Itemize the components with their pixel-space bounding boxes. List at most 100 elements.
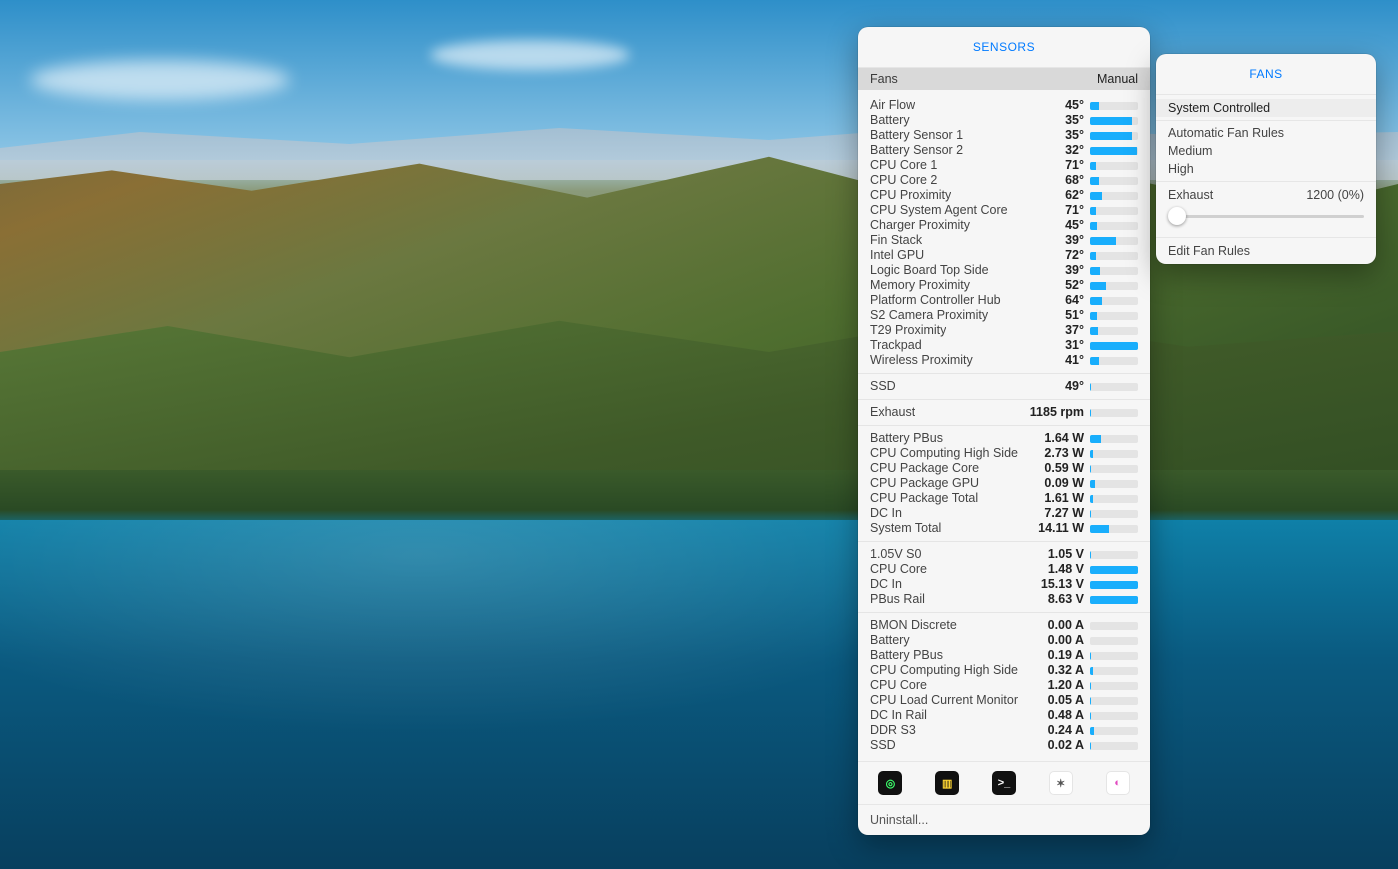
sensor-row[interactable]: CPU Proximity62°	[858, 188, 1150, 203]
sensor-bar	[1090, 177, 1138, 185]
sensor-label: Trackpad	[870, 338, 922, 353]
sensor-label: CPU Load Current Monitor	[870, 693, 1018, 708]
sensor-row[interactable]: CPU Core 171°	[858, 158, 1150, 173]
sensor-row[interactable]: PBus Rail8.63 V	[858, 592, 1150, 607]
terminal-icon[interactable]: >_	[992, 771, 1016, 795]
sensor-row[interactable]: CPU Package Total1.61 W	[858, 491, 1150, 506]
sensor-bar-fill	[1090, 357, 1099, 365]
slider-track	[1168, 215, 1364, 218]
fan-mode-system-label: System Controlled	[1168, 101, 1270, 115]
fan-mode-high[interactable]: High	[1156, 160, 1376, 178]
sensor-row[interactable]: SSD49°	[858, 379, 1150, 394]
slider-thumb[interactable]	[1168, 207, 1186, 225]
sensor-bar-fill	[1090, 742, 1091, 750]
sensor-bar	[1090, 267, 1138, 275]
cleanup-icon[interactable]: ✶	[1049, 771, 1073, 795]
sensor-label: Intel GPU	[870, 248, 924, 263]
sensor-label: Memory Proximity	[870, 278, 970, 293]
sensor-row[interactable]: CPU System Agent Core71°	[858, 203, 1150, 218]
sensor-bar-fill	[1090, 132, 1132, 140]
exhaust-slider[interactable]	[1168, 205, 1364, 227]
sensor-bar	[1090, 637, 1138, 645]
exhaust-value: 1200 (0%)	[1306, 188, 1364, 202]
sensor-label: SSD	[870, 379, 896, 394]
sensor-row[interactable]: Intel GPU72°	[858, 248, 1150, 263]
sensor-row[interactable]: CPU Package Core0.59 W	[858, 461, 1150, 476]
sensor-row[interactable]: CPU Computing High Side0.32 A	[858, 663, 1150, 678]
sensor-label: Battery	[870, 113, 910, 128]
sensor-row[interactable]: Battery0.00 A	[858, 633, 1150, 648]
sensor-row[interactable]: Battery Sensor 135°	[858, 128, 1150, 143]
sensor-bar-fill	[1090, 510, 1091, 518]
app-icons-row: ◎ ▥ >_ ✶ ◐	[858, 761, 1150, 804]
sub-left-label: Fans	[870, 72, 898, 86]
amphetamine-icon[interactable]: ▥	[935, 771, 959, 795]
sensor-value: 49°	[896, 379, 1090, 394]
fan-mode-auto[interactable]: Automatic Fan Rules	[1156, 124, 1376, 142]
sensor-row[interactable]: CPU Package GPU0.09 W	[858, 476, 1150, 491]
sensor-bar	[1090, 409, 1138, 417]
sensor-row[interactable]: T29 Proximity37°	[858, 323, 1150, 338]
sensor-bar	[1090, 117, 1138, 125]
sensor-row[interactable]: DDR S30.24 A	[858, 723, 1150, 738]
sensor-row[interactable]: Trackpad31°	[858, 338, 1150, 353]
sensor-row[interactable]: Fin Stack39°	[858, 233, 1150, 248]
exhaust-label: Exhaust	[1168, 188, 1213, 202]
sensor-bar-fill	[1090, 682, 1091, 690]
sensor-row[interactable]: CPU Core1.20 A	[858, 678, 1150, 693]
sensor-row[interactable]: DC In7.27 W	[858, 506, 1150, 521]
sensor-row[interactable]: Logic Board Top Side39°	[858, 263, 1150, 278]
fan-mode-medium[interactable]: Medium	[1156, 142, 1376, 160]
sensor-row[interactable]: Exhaust1185 rpm	[858, 405, 1150, 420]
uninstall-button[interactable]: Uninstall...	[858, 804, 1150, 835]
sensor-row[interactable]: Charger Proximity45°	[858, 218, 1150, 233]
sensor-row[interactable]: Battery Sensor 232°	[858, 143, 1150, 158]
fans-mode-row[interactable]: Fans Manual	[858, 68, 1150, 90]
sensor-row[interactable]: 1.05V S01.05 V	[858, 547, 1150, 562]
sensor-label: System Total	[870, 521, 941, 536]
sensor-row[interactable]: Wireless Proximity41°	[858, 353, 1150, 368]
sensor-row[interactable]: DC In Rail0.48 A	[858, 708, 1150, 723]
sensor-row[interactable]: CPU Load Current Monitor0.05 A	[858, 693, 1150, 708]
sensor-value: 41°	[973, 353, 1090, 368]
sensor-bar	[1090, 207, 1138, 215]
sensor-value: 0.00 A	[957, 618, 1090, 633]
sensor-bar-fill	[1090, 551, 1091, 559]
speedtest-icon[interactable]: ◐	[1106, 771, 1130, 795]
sensors-scroll[interactable]: Air Flow45°Battery35°Battery Sensor 135°…	[858, 90, 1150, 761]
sensor-label: CPU Core 2	[870, 173, 937, 188]
sensor-bar-fill	[1090, 450, 1093, 458]
sensor-row[interactable]: Battery PBus0.19 A	[858, 648, 1150, 663]
sensor-row[interactable]: Battery PBus1.64 W	[858, 431, 1150, 446]
sensor-bar-fill	[1090, 267, 1100, 275]
sensor-label: CPU Computing High Side	[870, 663, 1018, 678]
sensor-bar-fill	[1090, 342, 1138, 350]
sensor-label: DDR S3	[870, 723, 916, 738]
sensor-row[interactable]: CPU Core 268°	[858, 173, 1150, 188]
sensor-bar	[1090, 357, 1138, 365]
sensor-row[interactable]: CPU Computing High Side2.73 W	[858, 446, 1150, 461]
sensor-value: 71°	[1008, 203, 1090, 218]
sensor-row[interactable]: CPU Core1.48 V	[858, 562, 1150, 577]
fans-title: FANS	[1249, 67, 1282, 81]
sensor-bar	[1090, 327, 1138, 335]
sensor-row[interactable]: Platform Controller Hub64°	[858, 293, 1150, 308]
sensor-bar	[1090, 222, 1138, 230]
sensor-row[interactable]: Memory Proximity52°	[858, 278, 1150, 293]
sensor-row[interactable]: Battery35°	[858, 113, 1150, 128]
sensor-row[interactable]: S2 Camera Proximity51°	[858, 308, 1150, 323]
sensor-row[interactable]: DC In15.13 V	[858, 577, 1150, 592]
sensor-value: 35°	[910, 113, 1090, 128]
sensor-row[interactable]: Air Flow45°	[858, 98, 1150, 113]
sensor-value: 35°	[963, 128, 1090, 143]
sensor-label: SSD	[870, 738, 896, 753]
activity-monitor-icon[interactable]: ◎	[878, 771, 902, 795]
sensor-row[interactable]: System Total14.11 W	[858, 521, 1150, 536]
sensor-row[interactable]: BMON Discrete0.00 A	[858, 618, 1150, 633]
sensor-label: Wireless Proximity	[870, 353, 973, 368]
edit-fan-rules-button[interactable]: Edit Fan Rules	[1156, 237, 1376, 264]
fan-mode-system[interactable]: System Controlled	[1156, 99, 1376, 117]
sensor-label: 1.05V S0	[870, 547, 921, 562]
sensor-row[interactable]: SSD0.02 A	[858, 738, 1150, 753]
sensor-bar	[1090, 551, 1138, 559]
